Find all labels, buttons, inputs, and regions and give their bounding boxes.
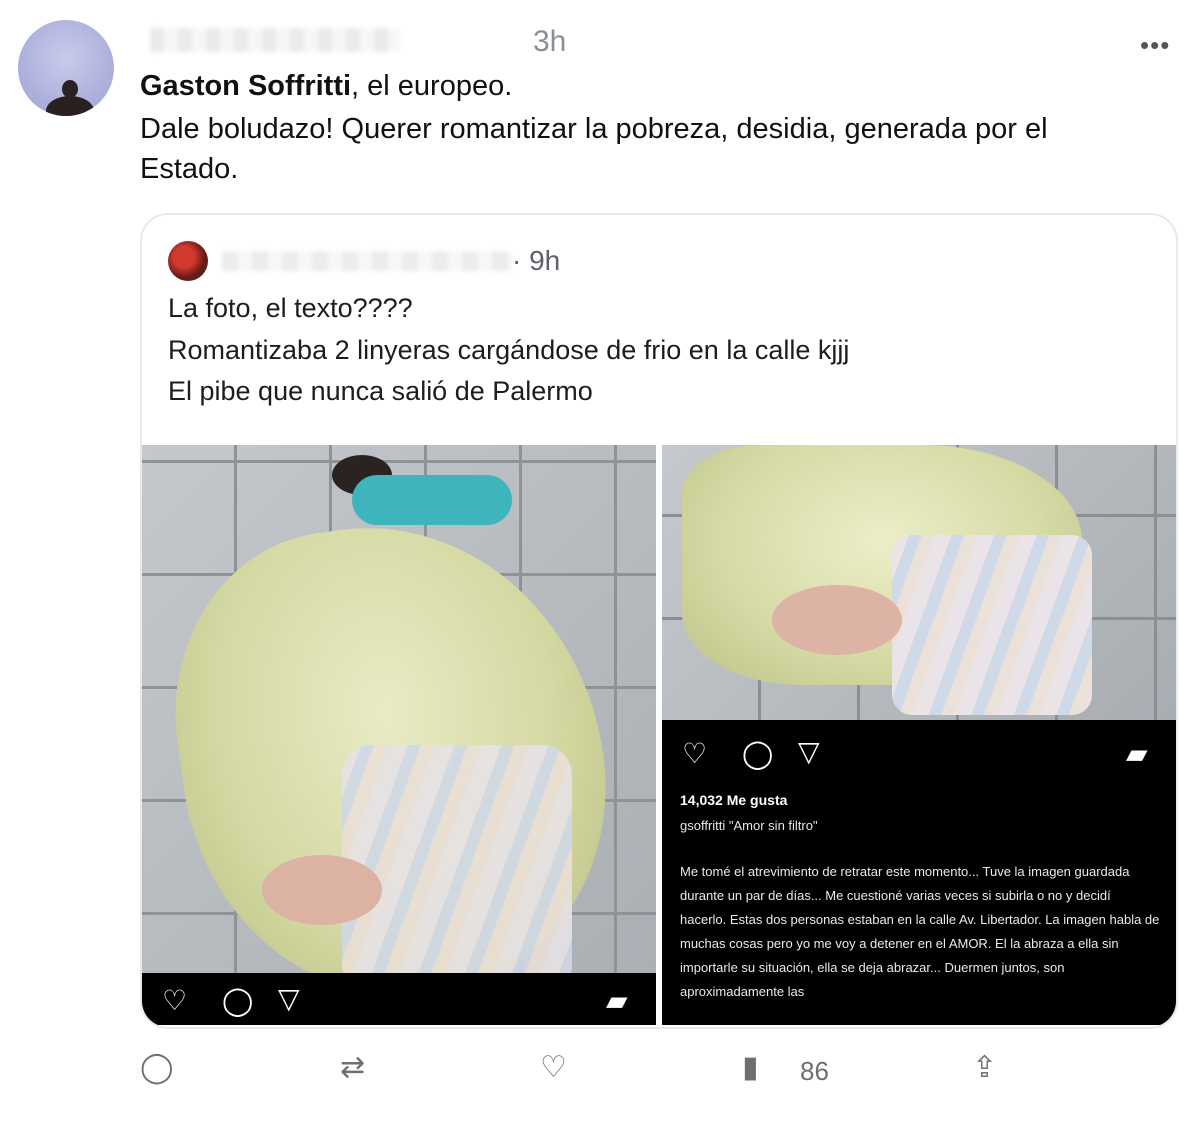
instagram-action-bar: ♡ ◯ ▽ ▰ [142, 973, 656, 1025]
like-icon[interactable]: ♡ [540, 1050, 567, 1085]
bookmark-icon[interactable]: ▰ [606, 987, 628, 1015]
photo-feet [262, 855, 382, 925]
avatar-person-body [46, 96, 94, 116]
comment-icon[interactable]: ◯ [742, 740, 773, 768]
author-name: Gaston Soffritti [140, 70, 352, 102]
tweet-timestamp[interactable]: 3h [533, 25, 566, 59]
instagram-likes: 14,032 Me gusta [680, 792, 788, 808]
send-icon[interactable]: ▽ [278, 985, 300, 1013]
views-icon[interactable]: ▮ [742, 1050, 759, 1085]
photo-feet-right [772, 585, 902, 655]
comment-icon[interactable]: ◯ [222, 987, 253, 1015]
tweet: 3h ••• Gaston Soffritti, el europeo. Dal… [0, 0, 1200, 1138]
blurred-username [150, 28, 400, 52]
retweet-icon[interactable]: ⇄ [340, 1050, 365, 1085]
more-horizontal-icon[interactable]: ••• [1140, 30, 1170, 61]
photo-sheet-right [892, 535, 1092, 715]
send-icon[interactable]: ▽ [798, 738, 820, 766]
photo-person-blue-shirt [352, 475, 512, 525]
media-image-right[interactable]: ♡ ◯ ▽ ▰ 14,032 Me gusta gsoffritti "Amor… [662, 445, 1176, 1025]
quoted-blurred-username [222, 251, 512, 271]
instagram-caption-panel: ♡ ◯ ▽ ▰ 14,032 Me gusta gsoffritti "Amor… [662, 720, 1176, 1025]
share-icon[interactable]: ⇪ [972, 1050, 997, 1085]
heart-icon[interactable]: ♡ [162, 987, 187, 1015]
photo-sheet [342, 745, 572, 995]
avatar[interactable] [18, 20, 114, 116]
author-suffix: , el europeo. [351, 70, 513, 102]
tweet-text-line-1: Dale boludazo! Querer romantizar la pobr… [140, 113, 1048, 145]
quoted-text-line-3: El pibe que nunca salió de Palermo [168, 376, 593, 406]
quoted-text-line-2: Romantizaba 2 linyeras cargándose de fri… [168, 335, 850, 365]
views-count: 86 [800, 1056, 829, 1086]
quoted-avatar[interactable] [168, 241, 208, 281]
bookmark-icon[interactable]: ▰ [1126, 740, 1148, 768]
quoted-tweet[interactable]: · 9h La foto, el texto???? Romantizaba 2… [140, 213, 1178, 1029]
reply-icon[interactable]: ◯ [140, 1050, 174, 1085]
quoted-timestamp[interactable]: · 9h [512, 245, 560, 277]
quoted-text-line-1: La foto, el texto???? [168, 293, 413, 323]
media-image-left[interactable]: ♡ ◯ ▽ ▰ [142, 445, 656, 1025]
instagram-handle-line: gsoffritti "Amor sin filtro" [680, 818, 818, 833]
heart-icon[interactable]: ♡ [682, 740, 707, 768]
tweet-actions: ◯ ⇄ ♡ ▮ 86 ⇪ [0, 1050, 1200, 1100]
tweet-text-line-2: Estado. [140, 153, 239, 185]
photo-right [662, 445, 1176, 720]
tweet-line-author: Gaston Soffritti, el europeo. [140, 70, 512, 103]
instagram-caption: Me tomé el atrevimiento de retratar este… [680, 864, 1160, 999]
